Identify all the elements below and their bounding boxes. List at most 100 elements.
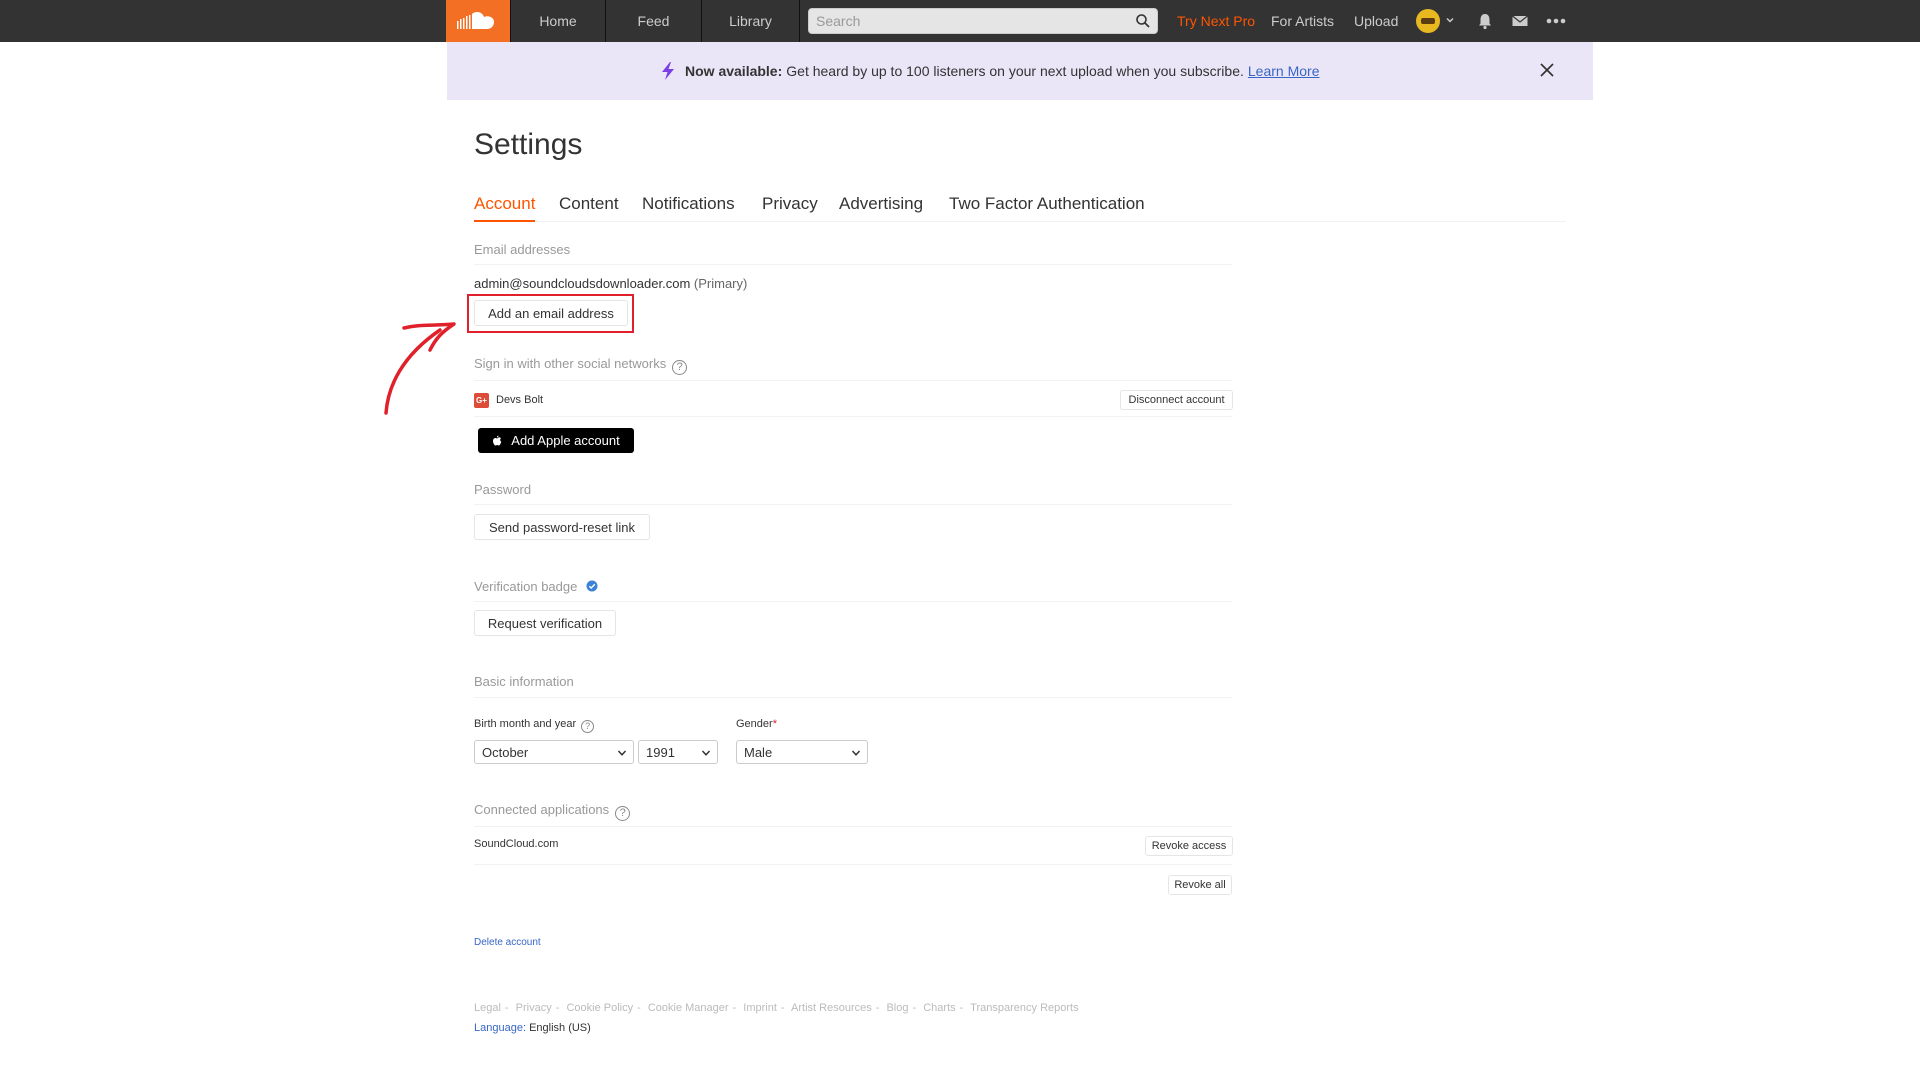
request-verification-button[interactable]: Request verification xyxy=(474,610,616,636)
gender-select[interactable]: Male xyxy=(736,740,868,764)
separator: - xyxy=(732,1002,737,1014)
email-section-label: Email addresses xyxy=(474,242,571,257)
try-next-pro-link[interactable]: Try Next Pro xyxy=(1177,0,1255,42)
settings-tabs: Account Content Notifications Privacy Ad… xyxy=(474,194,1566,222)
language-value: English (US) xyxy=(529,1022,591,1034)
social-section-label: Sign in with other social networks? xyxy=(474,356,688,375)
footer-link-privacy[interactable]: Privacy xyxy=(516,1002,552,1014)
birth-month-value: October xyxy=(482,744,529,760)
close-icon[interactable] xyxy=(1539,62,1555,78)
announcement-banner: Now available: Get heard by up to 100 li… xyxy=(447,42,1593,100)
apple-icon xyxy=(493,435,502,445)
divider xyxy=(474,416,1232,417)
add-apple-account-button[interactable]: Add Apple account xyxy=(478,428,634,453)
footer-link-charts[interactable]: Charts xyxy=(923,1002,955,1014)
bell-icon[interactable] xyxy=(1476,12,1494,30)
mail-icon[interactable] xyxy=(1511,12,1529,30)
avatar[interactable] xyxy=(1416,9,1440,33)
page-title: Settings xyxy=(474,128,583,161)
connected-app-name: SoundCloud.com xyxy=(474,838,559,850)
search-icon[interactable] xyxy=(1135,13,1151,29)
gender-label-text: Gender xyxy=(736,718,773,730)
primary-tag: (Primary) xyxy=(693,276,748,291)
learn-more-link[interactable]: Learn More xyxy=(1248,63,1320,79)
gender-label: Gender* xyxy=(736,718,777,730)
help-icon[interactable]: ? xyxy=(672,360,688,375)
social-section-text: Sign in with other social networks xyxy=(474,356,667,371)
nav-library[interactable]: Library xyxy=(702,0,800,42)
required-mark: * xyxy=(772,718,777,730)
disconnect-account-button[interactable]: Disconnect account xyxy=(1120,390,1233,410)
for-artists-link[interactable]: For Artists xyxy=(1271,0,1334,42)
top-navigation-bar: Home Feed Library Try Next Pro For Artis… xyxy=(0,0,1920,42)
tab-two-factor-authentication[interactable]: Two Factor Authentication xyxy=(949,194,1145,222)
separator: - xyxy=(912,1002,917,1014)
apple-button-label: Add Apple account xyxy=(511,433,620,448)
birth-year-select[interactable]: 1991 xyxy=(638,740,718,764)
google-account-row: G+ Devs Bolt xyxy=(474,392,543,408)
birth-label-text: Birth month and year xyxy=(474,718,577,730)
more-options-icon[interactable] xyxy=(1545,12,1567,30)
chevron-down-icon xyxy=(701,750,711,756)
birth-month-year-label: Birth month and year? xyxy=(474,718,595,733)
separator: - xyxy=(637,1002,641,1014)
revoke-access-button[interactable]: Revoke access xyxy=(1145,836,1233,856)
footer-link-cookie-policy[interactable]: Cookie Policy xyxy=(566,1002,633,1014)
verification-section-label: Verification badge xyxy=(474,579,598,594)
send-password-reset-button[interactable]: Send password-reset link xyxy=(474,514,650,540)
annotation-arrow-icon xyxy=(384,322,456,415)
password-section-label: Password xyxy=(474,482,532,497)
language-label: Language: xyxy=(474,1022,526,1034)
footer-link-legal[interactable]: Legal xyxy=(474,1002,501,1014)
divider xyxy=(474,380,1232,381)
chevron-down-icon[interactable] xyxy=(1445,15,1455,25)
footer-link-transparency-reports[interactable]: Transparency Reports xyxy=(970,1002,1078,1014)
separator: - xyxy=(959,1002,964,1014)
primary-email: admin@soundcloudsdownloader.com (Primary… xyxy=(474,276,747,291)
tab-content[interactable]: Content xyxy=(559,194,619,222)
birth-month-select[interactable]: October xyxy=(474,740,634,764)
footer-link-imprint[interactable]: Imprint xyxy=(743,1002,777,1014)
connected-apps-section-label: Connected applications? xyxy=(474,802,631,821)
nav-feed[interactable]: Feed xyxy=(606,0,702,42)
soundcloud-logo-icon[interactable] xyxy=(446,0,510,42)
banner-message: Now available: Get heard by up to 100 li… xyxy=(659,42,1319,100)
top-navigation-content: Home Feed Library Try Next Pro For Artis… xyxy=(446,0,1594,42)
divider xyxy=(474,826,1232,827)
footer-link-blog[interactable]: Blog xyxy=(886,1002,908,1014)
tab-notifications[interactable]: Notifications xyxy=(642,194,735,222)
gender-value: Male xyxy=(744,744,773,760)
separator: - xyxy=(555,1002,560,1014)
footer-links: Legal - Privacy - Cookie Policy - Cookie Ma… xyxy=(474,1002,1079,1014)
help-icon[interactable]: ? xyxy=(581,720,595,733)
lightning-bolt-icon xyxy=(662,62,674,80)
google-account-name: Devs Bolt xyxy=(496,394,544,406)
footer-link-artist-resources[interactable]: Artist Resources xyxy=(791,1002,872,1014)
separator: - xyxy=(504,1002,509,1014)
cloud-icon xyxy=(457,12,494,29)
help-icon[interactable]: ? xyxy=(615,806,631,821)
revoke-all-button[interactable]: Revoke all xyxy=(1168,875,1232,895)
tab-advertising[interactable]: Advertising xyxy=(839,194,923,222)
footer-link-cookie-manager[interactable]: Cookie Manager xyxy=(648,1002,729,1014)
basic-info-section-label: Basic information xyxy=(474,674,574,689)
divider xyxy=(474,864,1232,865)
tab-account[interactable]: Account xyxy=(474,194,536,222)
highlight-annotation-box xyxy=(467,294,634,333)
language-selector[interactable]: Language: English (US) xyxy=(474,1022,591,1034)
birth-year-value: 1991 xyxy=(646,744,675,760)
nav-home[interactable]: Home xyxy=(510,0,606,42)
divider xyxy=(474,697,1232,698)
divider xyxy=(474,504,1232,505)
banner-bold-text: Now available: xyxy=(685,63,783,79)
search-input[interactable] xyxy=(809,9,1129,33)
tab-privacy[interactable]: Privacy xyxy=(762,194,818,222)
chevron-down-icon xyxy=(851,750,861,756)
google-plus-icon: G+ xyxy=(474,392,489,408)
verified-badge-icon xyxy=(586,580,598,592)
delete-account-link[interactable]: Delete account xyxy=(474,937,541,948)
chevron-down-icon xyxy=(617,750,627,756)
divider xyxy=(474,601,1232,602)
connected-apps-text: Connected applications xyxy=(474,802,610,817)
upload-link[interactable]: Upload xyxy=(1354,0,1398,42)
